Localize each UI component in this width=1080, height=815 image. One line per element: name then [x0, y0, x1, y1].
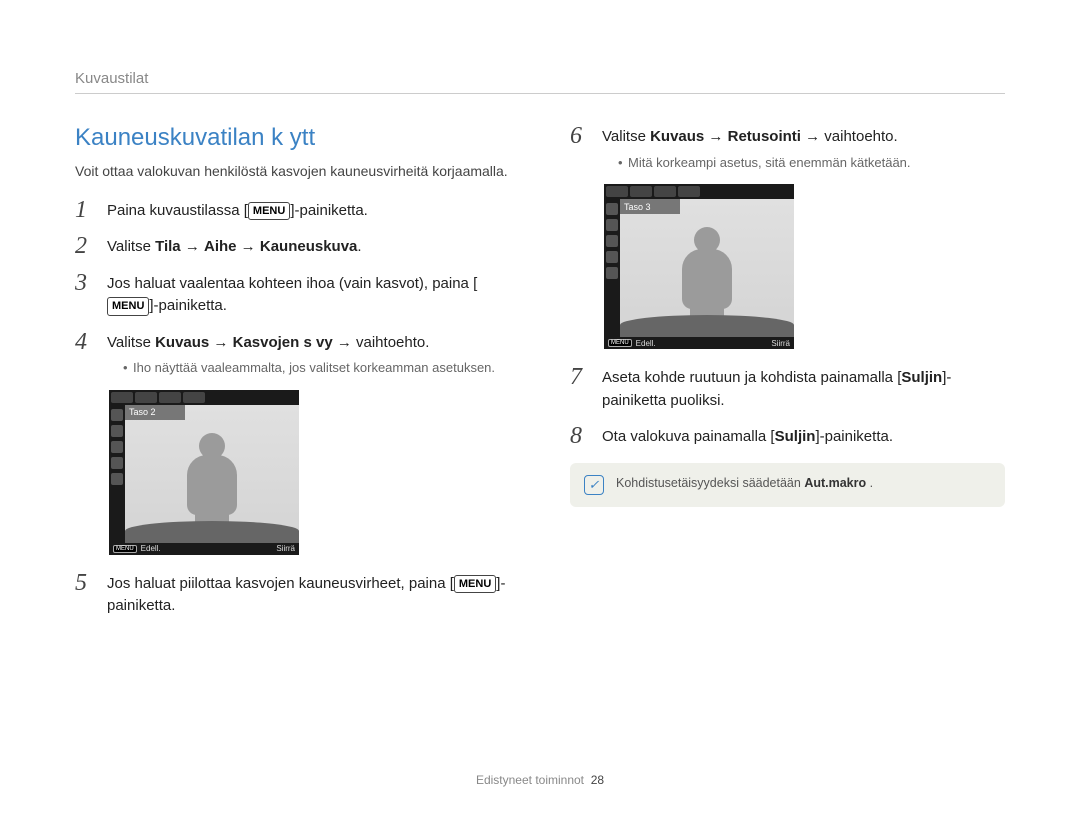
- cam-back-label: Edell.: [636, 339, 656, 348]
- camera-preview-1: Taso 2 MENU Edell. Siirrä: [109, 390, 299, 555]
- cam-back-label: Edell.: [141, 544, 161, 553]
- step-text: ]-painiketta.: [815, 428, 893, 445]
- cam-option-icon: [606, 267, 618, 279]
- step-text: Valitse: [107, 334, 155, 351]
- step-8: 8 Ota valokuva painamalla [Suljin]-paini…: [570, 424, 1005, 449]
- step-bullet: Iho näyttää vaaleammalta, jos valitset k…: [123, 358, 510, 378]
- step-number: 3: [75, 271, 97, 295]
- cam-option-icon: [606, 219, 618, 231]
- step-2: 2 Valitse Tila → Aihe → Kauneuskuva.: [75, 234, 510, 259]
- cam-option-icon: [606, 235, 618, 247]
- note-text: Kohdistusetäisyydeksi säädetään: [616, 476, 804, 490]
- step-text-bold: Retusointi: [728, 128, 801, 145]
- step-text: Jos haluat piilottaa kasvojen kauneusvir…: [107, 575, 454, 592]
- step-text-bold: Suljin: [901, 369, 942, 386]
- step-text: ]-painiketta.: [149, 297, 227, 314]
- left-column: Kauneuskuvatilan k ytt Voit ottaa valoku…: [75, 124, 510, 630]
- step-text: Ota valokuva painamalla [: [602, 428, 775, 445]
- note-text-bold: Aut.makro: [804, 476, 866, 490]
- intro-text: Voit ottaa valokuvan henkilöstä kasvojen…: [75, 162, 510, 182]
- step-number: 6: [570, 124, 592, 148]
- cam-leftbar: [109, 405, 125, 543]
- cam-move-label: Siirrä: [771, 339, 790, 348]
- menu-badge: MENU: [608, 339, 632, 347]
- step-text: Valitse: [602, 128, 650, 145]
- step-5: 5 Jos haluat piilottaa kasvojen kauneusv…: [75, 571, 510, 618]
- step-number: 5: [75, 571, 97, 595]
- step-number: 2: [75, 234, 97, 258]
- note-text: .: [866, 476, 873, 490]
- step-bullet: Mitä korkeampi asetus, sitä enemmän kätk…: [618, 153, 1005, 173]
- footer-section: Edistyneet toiminnot: [476, 773, 584, 787]
- step-text: →: [209, 334, 232, 351]
- cam-picture: [125, 405, 299, 543]
- step-text: Jos haluat vaalentaa kohteen ihoa (vain …: [107, 275, 477, 292]
- step-text-bold: Kauneuskuva: [260, 238, 358, 255]
- step-1: 1 Paina kuvaustilassa [MENU]-painiketta.: [75, 198, 510, 223]
- step-text: → vaihtoehto.: [801, 128, 898, 145]
- camera-preview-2: Taso 3 MENU Edell. Siirrä: [604, 184, 794, 349]
- cam-option-icon: [111, 457, 123, 469]
- right-column: 6 Valitse Kuvaus → Retusointi → vaihtoeh…: [570, 124, 1005, 630]
- step-text: → vaihtoehto.: [333, 334, 430, 351]
- step-7: 7 Aseta kohde ruutuun ja kohdista painam…: [570, 365, 1005, 412]
- cam-topbar: [604, 184, 794, 199]
- cam-bottombar: MENU Edell. Siirrä: [604, 337, 794, 349]
- step-text-bold: Suljin: [775, 428, 816, 445]
- breadcrumb: Kuvaustilat: [75, 70, 1005, 94]
- step-text-bold: Aihe: [204, 238, 237, 255]
- step-text-bold: Kuvaus: [650, 128, 704, 145]
- info-icon: ✓: [584, 475, 604, 495]
- step-number: 7: [570, 365, 592, 389]
- cam-level-label: Taso 2: [125, 405, 185, 420]
- step-number: 1: [75, 198, 97, 222]
- cam-picture: [620, 199, 794, 337]
- step-3: 3 Jos haluat vaalentaa kohteen ihoa (vai…: [75, 271, 510, 318]
- step-text: .: [357, 238, 361, 255]
- step-text: →: [181, 238, 204, 255]
- cam-bottombar: MENU Edell. Siirrä: [109, 543, 299, 555]
- step-text: Paina kuvaustilassa [: [107, 202, 248, 219]
- step-text-bold: Kasvojen s vy: [233, 334, 333, 351]
- page-footer: Edistyneet toiminnot 28: [0, 773, 1080, 787]
- step-number: 8: [570, 424, 592, 448]
- step-4: 4 Valitse Kuvaus → Kasvojen s vy → vaiht…: [75, 330, 510, 378]
- step-text: Valitse: [107, 238, 155, 255]
- menu-badge: MENU: [454, 575, 496, 594]
- footer-page-number: 28: [591, 773, 604, 787]
- cam-move-label: Siirrä: [276, 544, 295, 553]
- step-text-bold: Tila: [155, 238, 181, 255]
- menu-badge: MENU: [107, 297, 149, 316]
- step-6: 6 Valitse Kuvaus → Retusointi → vaihtoeh…: [570, 124, 1005, 172]
- step-text-bold: Kuvaus: [155, 334, 209, 351]
- step-text: ]-painiketta.: [290, 202, 368, 219]
- note-box: ✓ Kohdistusetäisyydeksi säädetään Aut.ma…: [570, 463, 1005, 507]
- person-silhouette-icon: [672, 227, 742, 337]
- cam-option-icon: [111, 409, 123, 421]
- cam-option-icon: [111, 473, 123, 485]
- person-silhouette-icon: [177, 433, 247, 543]
- step-text: →: [704, 128, 727, 145]
- menu-badge: MENU: [248, 202, 290, 221]
- cam-level-label: Taso 3: [620, 199, 680, 214]
- cam-option-icon: [111, 441, 123, 453]
- step-text: →: [237, 238, 260, 255]
- step-text: Aseta kohde ruutuun ja kohdista painamal…: [602, 369, 901, 386]
- cam-option-icon: [111, 425, 123, 437]
- cam-option-icon: [606, 203, 618, 215]
- page-title: Kauneuskuvatilan k ytt: [75, 124, 510, 152]
- cam-topbar: [109, 390, 299, 405]
- menu-badge: MENU: [113, 545, 137, 553]
- step-number: 4: [75, 330, 97, 354]
- cam-leftbar: [604, 199, 620, 337]
- cam-option-icon: [606, 251, 618, 263]
